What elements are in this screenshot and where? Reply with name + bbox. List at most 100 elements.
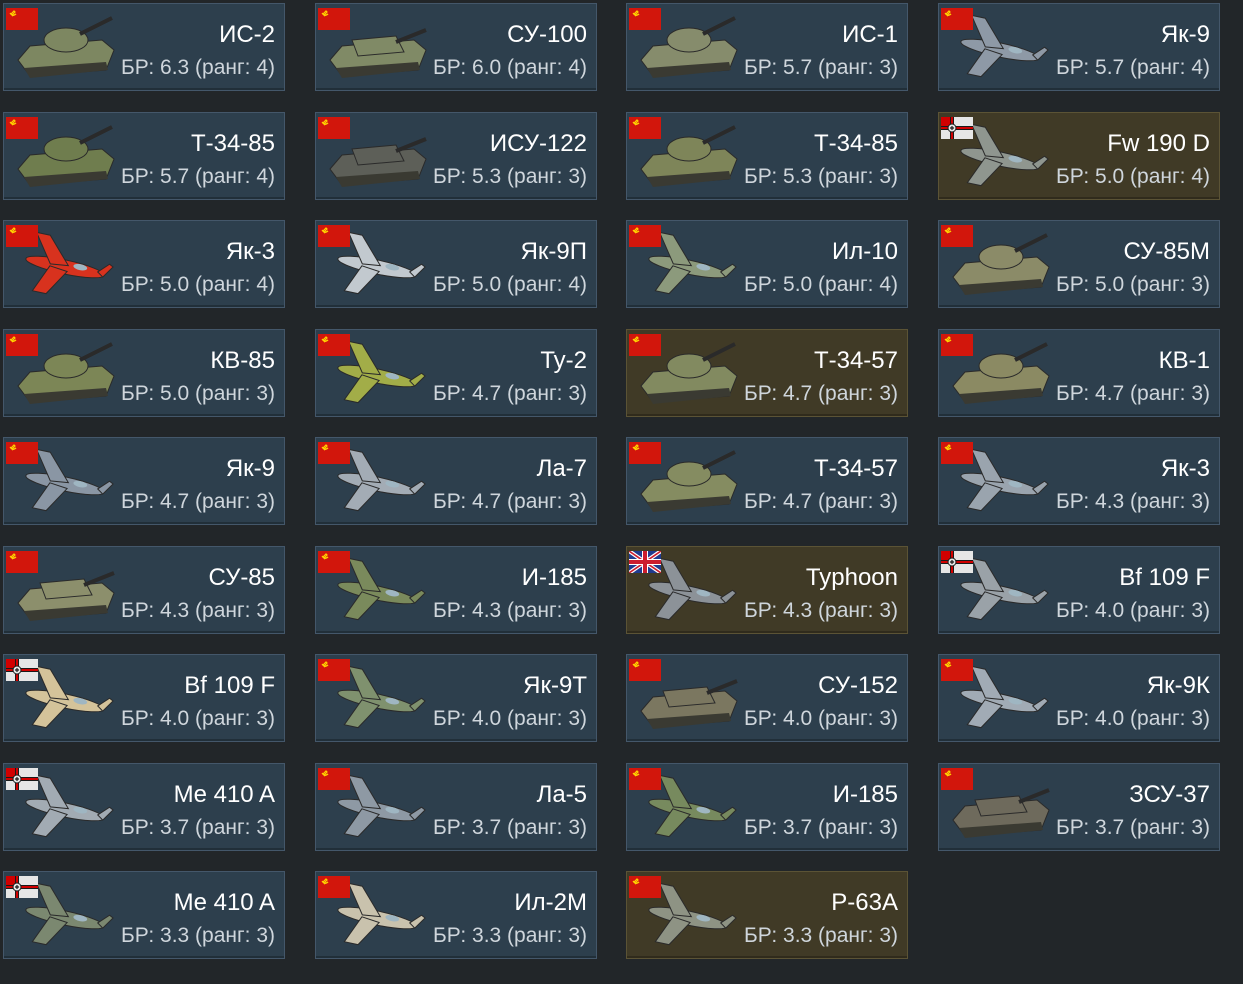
vehicle-card[interactable]: Як-9 БР: 4.7 (ранг: 3) <box>3 437 285 525</box>
battle-rating: БР: 5.7 (ранг: 4) <box>121 165 275 188</box>
vehicle-card[interactable]: ИС-2 БР: 6.3 (ранг: 4) <box>3 3 285 91</box>
battle-rating: БР: 4.3 (ранг: 3) <box>744 599 898 622</box>
battle-rating: БР: 5.3 (ранг: 3) <box>433 165 587 188</box>
vehicle-card[interactable]: Ла-7 БР: 4.7 (ранг: 3) <box>315 437 597 525</box>
ussr-flag-icon <box>318 659 350 681</box>
ussr-flag-icon <box>318 876 350 898</box>
ussr-flag-icon <box>318 117 350 139</box>
vehicle-card[interactable]: И-185 БР: 3.7 (ранг: 3) <box>626 763 908 851</box>
vehicle-card[interactable]: КВ-85 БР: 5.0 (ранг: 3) <box>3 329 285 417</box>
vehicle-card[interactable]: Як-3 БР: 4.3 (ранг: 3) <box>938 437 1220 525</box>
vehicle-name: Me 410 A <box>173 781 275 808</box>
ussr-flag-icon <box>941 334 973 356</box>
vehicle-name: Як-9П <box>520 238 587 265</box>
battle-rating: БР: 6.3 (ранг: 4) <box>121 56 275 79</box>
vehicle-card[interactable]: ЗСУ-37 БР: 3.7 (ранг: 3) <box>938 763 1220 851</box>
vehicle-card[interactable]: И-185 БР: 4.3 (ранг: 3) <box>315 546 597 634</box>
battle-rating: БР: 3.3 (ранг: 3) <box>744 924 898 947</box>
vehicle-name: КВ-1 <box>1158 347 1210 374</box>
vehicle-card[interactable]: СУ-85М БР: 5.0 (ранг: 3) <box>938 220 1220 308</box>
vehicle-name: Т-34-85 <box>813 130 898 157</box>
vehicle-card[interactable]: Ил-10 БР: 5.0 (ранг: 4) <box>626 220 908 308</box>
germany-flag-icon <box>6 768 38 790</box>
battle-rating: БР: 3.7 (ранг: 3) <box>1056 816 1210 839</box>
ussr-flag-icon <box>629 876 661 898</box>
battle-rating: БР: 4.7 (ранг: 3) <box>433 490 587 513</box>
battle-rating: БР: 4.7 (ранг: 3) <box>1056 382 1210 405</box>
ussr-flag-icon <box>6 8 38 30</box>
vehicle-card[interactable]: Typhoon БР: 4.3 (ранг: 3) <box>626 546 908 634</box>
ussr-flag-icon <box>318 551 350 573</box>
vehicle-card[interactable]: Fw 190 D БР: 5.0 (ранг: 4) <box>938 112 1220 200</box>
battle-rating: БР: 5.0 (ранг: 3) <box>1056 273 1210 296</box>
vehicle-name: Ла-5 <box>536 781 587 808</box>
vehicle-card[interactable]: Ла-5 БР: 3.7 (ранг: 3) <box>315 763 597 851</box>
vehicle-name: ЗСУ-37 <box>1129 781 1210 808</box>
vehicle-card[interactable]: Bf 109 F БР: 4.0 (ранг: 3) <box>3 654 285 742</box>
vehicle-card[interactable]: Як-9Т БР: 4.0 (ранг: 3) <box>315 654 597 742</box>
vehicle-card[interactable]: Bf 109 F БР: 4.0 (ранг: 3) <box>938 546 1220 634</box>
vehicle-name: И-185 <box>521 564 587 591</box>
vehicle-card[interactable]: СУ-100 БР: 6.0 (ранг: 4) <box>315 3 597 91</box>
vehicle-name: Як-9К <box>1146 672 1210 699</box>
battle-rating: БР: 5.0 (ранг: 4) <box>433 273 587 296</box>
vehicle-card[interactable]: Т-34-57 БР: 4.7 (ранг: 3) <box>626 437 908 525</box>
vehicle-card[interactable]: Як-9П БР: 5.0 (ранг: 4) <box>315 220 597 308</box>
vehicle-card[interactable]: Як-9К БР: 4.0 (ранг: 3) <box>938 654 1220 742</box>
ussr-flag-icon <box>318 334 350 356</box>
ussr-flag-icon <box>6 551 38 573</box>
ussr-flag-icon <box>629 225 661 247</box>
vehicle-card[interactable]: Як-9 БР: 5.7 (ранг: 4) <box>938 3 1220 91</box>
ussr-flag-icon <box>318 768 350 790</box>
ussr-flag-icon <box>318 225 350 247</box>
ussr-flag-icon <box>6 225 38 247</box>
uk-flag-icon <box>629 551 661 573</box>
vehicle-name: Т-34-57 <box>813 455 898 482</box>
vehicle-card[interactable]: Ту-2 БР: 4.7 (ранг: 3) <box>315 329 597 417</box>
ussr-flag-icon <box>941 225 973 247</box>
vehicle-name: Як-3 <box>1160 455 1210 482</box>
vehicle-card[interactable]: Me 410 A БР: 3.7 (ранг: 3) <box>3 763 285 851</box>
vehicle-name: Як-9 <box>1160 21 1210 48</box>
battle-rating: БР: 3.3 (ранг: 3) <box>121 924 275 947</box>
vehicle-name: Як-9Т <box>523 672 587 699</box>
vehicle-card[interactable]: СУ-152 БР: 4.0 (ранг: 3) <box>626 654 908 742</box>
vehicle-card[interactable]: Me 410 A БР: 3.3 (ранг: 3) <box>3 871 285 959</box>
vehicle-name: ИСУ-122 <box>489 130 587 157</box>
ussr-flag-icon <box>6 442 38 464</box>
vehicle-name: Bf 109 F <box>1119 564 1210 591</box>
vehicle-name: Т-34-85 <box>190 130 275 157</box>
vehicle-name: ИС-2 <box>219 21 275 48</box>
vehicle-name: Fw 190 D <box>1107 130 1210 157</box>
vehicle-name: СУ-85 <box>208 564 275 591</box>
battle-rating: БР: 5.0 (ранг: 4) <box>121 273 275 296</box>
vehicle-name: Ла-7 <box>536 455 587 482</box>
germany-flag-icon <box>6 876 38 898</box>
ussr-flag-icon <box>941 659 973 681</box>
vehicle-name: СУ-100 <box>507 21 587 48</box>
vehicle-card[interactable]: Як-3 БР: 5.0 (ранг: 4) <box>3 220 285 308</box>
vehicle-name: Як-9 <box>225 455 275 482</box>
battle-rating: БР: 4.3 (ранг: 3) <box>1056 490 1210 513</box>
vehicle-card[interactable]: КВ-1 БР: 4.7 (ранг: 3) <box>938 329 1220 417</box>
battle-rating: БР: 4.7 (ранг: 3) <box>744 490 898 513</box>
battle-rating: БР: 5.7 (ранг: 4) <box>1056 56 1210 79</box>
vehicle-card[interactable]: ИС-1 БР: 5.7 (ранг: 3) <box>626 3 908 91</box>
battle-rating: БР: 4.0 (ранг: 3) <box>1056 599 1210 622</box>
vehicle-card[interactable]: Ил-2М БР: 3.3 (ранг: 3) <box>315 871 597 959</box>
vehicle-card[interactable]: Т-34-85 БР: 5.3 (ранг: 3) <box>626 112 908 200</box>
vehicle-card[interactable]: Т-34-85 БР: 5.7 (ранг: 4) <box>3 112 285 200</box>
battle-rating: БР: 4.0 (ранг: 3) <box>121 707 275 730</box>
battle-rating: БР: 5.0 (ранг: 4) <box>744 273 898 296</box>
vehicle-name: Me 410 A <box>173 889 275 916</box>
battle-rating: БР: 6.0 (ранг: 4) <box>433 56 587 79</box>
vehicle-card[interactable]: P-63A БР: 3.3 (ранг: 3) <box>626 871 908 959</box>
battle-rating: БР: 3.7 (ранг: 3) <box>121 816 275 839</box>
germany-flag-icon <box>6 659 38 681</box>
ussr-flag-icon <box>6 334 38 356</box>
vehicle-card[interactable]: Т-34-57 БР: 4.7 (ранг: 3) <box>626 329 908 417</box>
ussr-flag-icon <box>629 334 661 356</box>
vehicle-card[interactable]: СУ-85 БР: 4.3 (ранг: 3) <box>3 546 285 634</box>
vehicle-card[interactable]: ИСУ-122 БР: 5.3 (ранг: 3) <box>315 112 597 200</box>
vehicle-name: Ил-10 <box>832 238 898 265</box>
